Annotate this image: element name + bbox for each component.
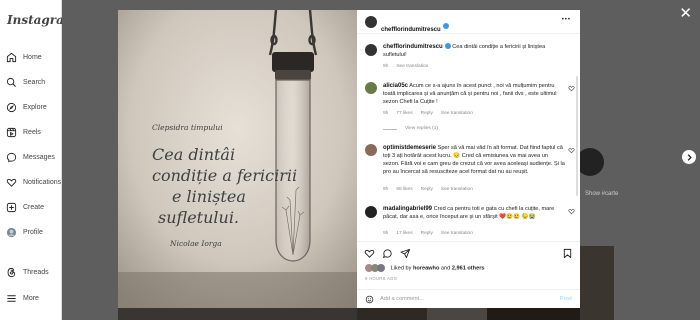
sidebar-item-reels[interactable]: Reels [5,126,41,138]
bookmark-icon[interactable] [562,248,573,259]
comment-time: 9h [383,231,389,236]
see-translation-link[interactable]: See translation [441,111,473,116]
sidebar-item-search[interactable]: Search [5,76,45,88]
comment-text: Acum ce s-a ajuns în acest punct , noi v… [383,83,557,105]
caption-username[interactable]: chefflorindumitrescu [383,44,443,50]
quote-line: Cea dintâi [152,145,236,164]
heart-icon [5,176,17,188]
avatar [377,264,385,272]
sidebar-item-more[interactable]: More [5,292,39,304]
comment-time: 9h [383,187,389,192]
sidebar-item-threads[interactable]: Threads [5,266,49,278]
add-comment-input[interactable]: Add a comment... [380,296,424,302]
verified-badge-icon [444,42,451,49]
comment-username[interactable]: optimistdemeserie [383,145,436,151]
scrollbar[interactable] [576,76,578,196]
share-icon[interactable] [400,248,411,259]
sidebar-item-notifications[interactable]: Notifications [5,176,61,188]
avatar[interactable] [365,16,377,28]
post-image[interactable]: Clepsidra timpului Cea dintâi condiție a… [118,10,357,308]
comment-likes[interactable]: 68 likes [396,187,412,192]
avatar[interactable] [365,206,377,218]
view-replies-label[interactable]: View replies (1) [405,126,438,131]
see-translation-link[interactable]: See translation [441,187,473,192]
quote-author: Nicolae Iorga [170,239,222,248]
sidebar-item-home[interactable]: Home [5,51,42,63]
verified-badge-icon [442,22,449,29]
sidebar-item-profile[interactable]: Profile [5,226,43,238]
suggestion-avatar[interactable] [576,148,604,176]
sidebar-item-label: Explore [23,103,47,111]
emoji-icon[interactable] [365,295,374,304]
sidebar-item-label: Search [23,78,46,86]
avatar [5,226,17,238]
quote-line: condiție a fericirii [152,166,298,185]
like-comment-icon[interactable] [568,85,575,92]
sidebar-item-label: More [23,294,39,302]
sidebar: Instagram Home Search Explore Reels Mess… [0,0,77,320]
threads-icon [5,266,17,278]
comment: alicia05c Acum ce s-a ajuns în acest pun… [383,82,565,106]
next-post-button[interactable] [682,150,696,164]
like-icon[interactable] [364,248,375,259]
sidebar-item-explore[interactable]: Explore [5,101,47,113]
post-timestamp: 9 HOURS AGO [365,276,398,281]
avatar[interactable] [365,82,377,94]
avatar[interactable] [365,144,377,156]
sidebar-item-label: Messages [23,153,55,161]
like-comment-icon[interactable] [568,208,575,215]
reels-icon [5,126,17,138]
liked-by-user[interactable]: horeawho [413,265,439,271]
sidebar-item-label: Notifications [23,178,62,186]
reply-button[interactable]: Reply [421,111,433,116]
search-icon [5,76,17,88]
menu-icon [5,292,17,304]
like-comment-icon[interactable] [568,147,575,154]
sidebar-item-create[interactable]: Create [5,201,44,213]
reply-button[interactable]: Reply [421,187,433,192]
comment-icon[interactable] [382,248,393,259]
see-translation-link[interactable]: See translation [396,64,428,69]
reply-button[interactable]: Reply [421,231,433,236]
liked-by-count[interactable]: 2,961 others [452,265,485,271]
liked-by-prefix: Liked by [390,265,413,272]
comment: madalingabriel99 Cred ca pentru toti e g… [383,205,565,221]
post-header: chefflorindumitrescu ••• [357,10,580,34]
sidebar-item-label: Profile [23,228,43,236]
home-icon [5,51,17,63]
post-comment-button[interactable]: Post [560,296,572,302]
comment-time: 9h [383,111,389,116]
comment-username[interactable]: alicia05c [383,83,408,89]
sidebar-item-label: Create [23,203,45,211]
close-icon[interactable]: ✕ [679,6,692,21]
quote-line: e liniștea [172,187,246,206]
liker-avatars [365,264,389,272]
quote-line: sufletului. [158,208,240,227]
compass-icon [5,101,17,113]
view-replies-button[interactable]: View replies (1) [383,126,438,131]
likes-summary: Liked by horeawho and 2,961 others [365,264,484,272]
quote-header: Clepsidra timpului [152,123,223,132]
comment-likes[interactable]: 17 likes [396,231,412,236]
liked-by-and: and [439,265,452,272]
more-options-icon[interactable]: ••• [562,17,571,23]
post-actions [357,241,580,265]
sidebar-item-messages[interactable]: Messages [5,151,55,163]
sidebar-item-label: Reels [23,128,41,136]
chevron-right-icon [687,153,692,161]
add-comment-row: Add a comment... Post [357,289,580,308]
caption-time: 9h [383,64,389,69]
see-translation-link[interactable]: See translation [441,231,473,236]
post-panel: chefflorindumitrescu ••• chefflorindumit… [357,10,580,308]
suggestion-label[interactable]: Show #carte [585,191,618,197]
sidebar-item-label: Home [23,53,42,61]
comment: optimistdemeserie Sper să vă mai văd în … [383,144,565,176]
plus-square-icon [5,201,17,213]
avatar[interactable] [365,44,377,56]
messenger-icon [5,151,17,163]
post-username[interactable]: chefflorindumitrescu [381,27,441,33]
comment-username[interactable]: madalingabriel99 [383,206,432,212]
sidebar-item-label: Threads [23,268,49,276]
comment-likes[interactable]: 77 likes [396,111,412,116]
